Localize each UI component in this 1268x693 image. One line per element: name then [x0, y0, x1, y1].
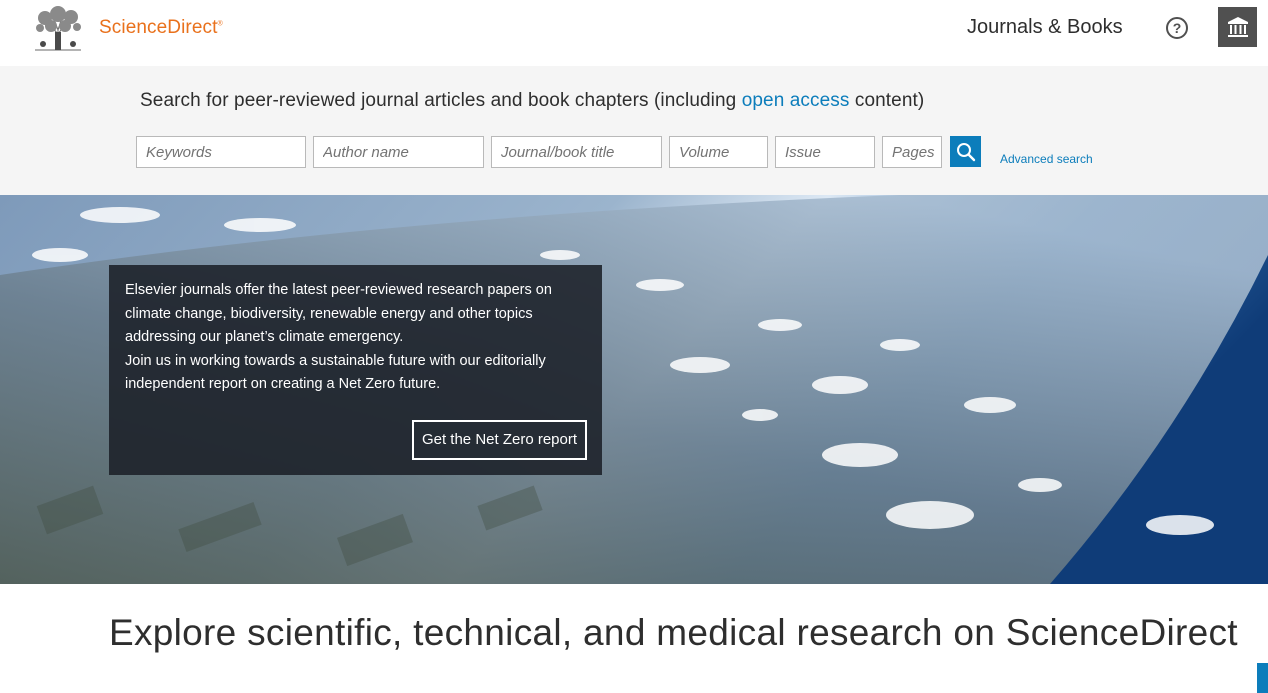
search-button[interactable]	[950, 136, 981, 167]
open-access-link[interactable]: open access	[742, 90, 850, 111]
search-intro: Search for peer-reviewed journal article…	[140, 90, 925, 111]
search-icon	[956, 142, 975, 161]
keywords-input[interactable]	[136, 136, 306, 168]
volume-input[interactable]	[669, 136, 768, 168]
question-circle-icon: ?	[1172, 20, 1182, 36]
promo-paragraph: Join us in working towards a sustainable…	[125, 352, 546, 393]
advanced-search-link[interactable]: Advanced search	[1000, 152, 1093, 166]
help-button[interactable]: ?	[1166, 17, 1188, 39]
institution-button[interactable]	[1218, 7, 1257, 47]
pages-input[interactable]	[882, 136, 942, 168]
issue-input[interactable]	[775, 136, 875, 168]
site-header: ScienceDirect® Journals & Books ?	[0, 0, 1268, 66]
explore-heading: Explore scientific, technical, and medic…	[109, 612, 1238, 653]
net-zero-report-button[interactable]: Get the Net Zero report	[412, 420, 587, 460]
institution-icon	[1227, 17, 1248, 37]
net-zero-promo-card: Elsevier journals offer the latest peer-…	[109, 265, 602, 475]
author-input[interactable]	[313, 136, 484, 168]
brand-name: ScienceDirect®	[99, 17, 223, 38]
promo-text: Elsevier journals offer the latest peer-…	[125, 279, 565, 397]
quick-search-panel: Search for peer-reviewed journal article…	[0, 66, 1268, 195]
promo-paragraph: Elsevier journals offer the latest peer-…	[125, 282, 552, 345]
journals-books-link[interactable]: Journals & Books	[967, 16, 1123, 39]
elsevier-tree-icon	[31, 4, 85, 52]
hero-banner: Elsevier journals offer the latest peer-…	[0, 195, 1268, 584]
feedback-tab[interactable]	[1257, 663, 1268, 693]
journal-title-input[interactable]	[491, 136, 662, 168]
